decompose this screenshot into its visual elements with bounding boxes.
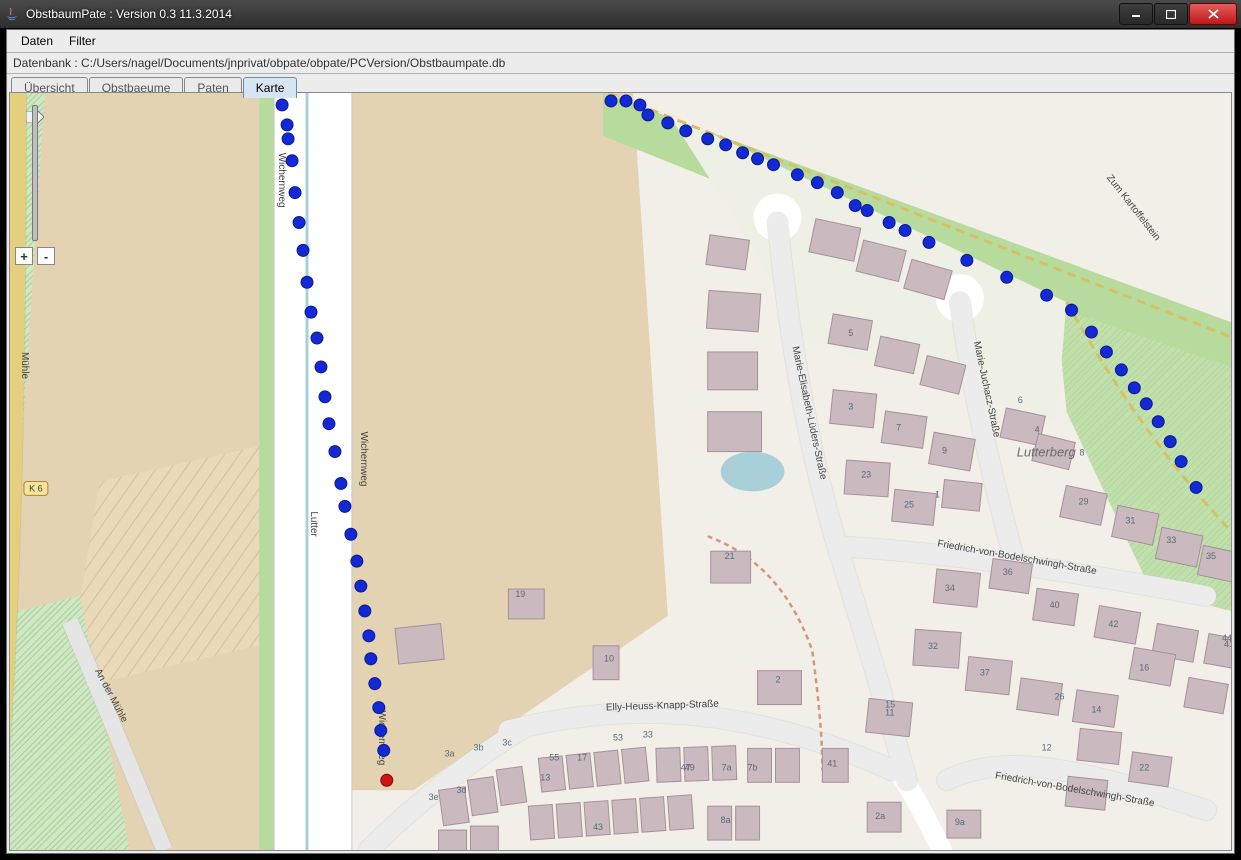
svg-text:31: 31 bbox=[1125, 515, 1135, 525]
svg-text:3: 3 bbox=[848, 402, 853, 412]
zoom-control: + - bbox=[24, 105, 46, 265]
svg-text:21: 21 bbox=[725, 551, 735, 561]
svg-text:10: 10 bbox=[604, 654, 614, 664]
svg-text:44: 44 bbox=[1222, 633, 1231, 643]
svg-text:4: 4 bbox=[1035, 425, 1040, 435]
svg-text:3b: 3b bbox=[473, 742, 483, 752]
svg-text:42: 42 bbox=[1108, 619, 1118, 629]
svg-text:16: 16 bbox=[1139, 663, 1149, 673]
street-wichernweg-3: Wichernweg bbox=[376, 711, 387, 766]
svg-text:8a: 8a bbox=[721, 815, 731, 825]
app-frame: Daten Filter Datenbank : C:/Users/nagel/… bbox=[6, 29, 1235, 854]
markers-red bbox=[381, 774, 393, 786]
street-muehle: Mühle bbox=[19, 352, 30, 380]
svg-text:17: 17 bbox=[577, 752, 587, 762]
svg-text:49: 49 bbox=[685, 762, 695, 772]
street-wichernweg-1: Wichernweg bbox=[276, 153, 287, 208]
svg-text:34: 34 bbox=[945, 583, 955, 593]
database-path-text: Datenbank : C:/Users/nagel/Documents/jnp… bbox=[13, 56, 505, 70]
street-wichernweg-2: Wichernweg bbox=[358, 432, 369, 487]
svg-text:8: 8 bbox=[1079, 448, 1084, 458]
svg-text:33: 33 bbox=[643, 729, 653, 739]
svg-text:5: 5 bbox=[848, 328, 853, 338]
svg-text:23: 23 bbox=[861, 469, 871, 479]
minimize-button[interactable] bbox=[1119, 3, 1153, 25]
svg-text:13: 13 bbox=[540, 772, 550, 782]
svg-text:37: 37 bbox=[980, 668, 990, 678]
menu-daten[interactable]: Daten bbox=[13, 32, 61, 50]
svg-text:41: 41 bbox=[827, 758, 837, 768]
svg-text:2a: 2a bbox=[875, 811, 885, 821]
svg-text:7a: 7a bbox=[722, 762, 732, 772]
svg-text:19: 19 bbox=[515, 589, 525, 599]
svg-text:K 6: K 6 bbox=[29, 483, 42, 493]
database-path-bar: Datenbank : C:/Users/nagel/Documents/jnp… bbox=[7, 53, 1234, 74]
svg-text:53: 53 bbox=[613, 732, 623, 742]
tab-karte[interactable]: Karte bbox=[243, 77, 298, 98]
svg-text:7b: 7b bbox=[748, 762, 758, 772]
zoom-slider-track[interactable] bbox=[32, 105, 38, 241]
zoom-out-button[interactable]: - bbox=[37, 247, 55, 265]
menu-filter[interactable]: Filter bbox=[61, 32, 104, 50]
svg-text:25: 25 bbox=[904, 499, 914, 509]
map-view[interactable]: Wichernweg Wichernweg Wichernweg Lutter … bbox=[9, 92, 1232, 851]
svg-text:43: 43 bbox=[593, 822, 603, 832]
maximize-button[interactable] bbox=[1154, 3, 1188, 25]
place-lutterberg: Lutterberg bbox=[1017, 445, 1077, 460]
svg-text:3e: 3e bbox=[429, 792, 439, 802]
river-lutter: Lutter bbox=[308, 511, 319, 537]
svg-text:15: 15 bbox=[885, 700, 895, 710]
svg-text:14: 14 bbox=[1091, 705, 1101, 715]
svg-text:2: 2 bbox=[775, 675, 780, 685]
svg-text:32: 32 bbox=[928, 641, 938, 651]
svg-text:33: 33 bbox=[1166, 535, 1176, 545]
svg-text:22: 22 bbox=[1139, 762, 1149, 772]
svg-text:12: 12 bbox=[1042, 742, 1052, 752]
svg-text:55: 55 bbox=[549, 752, 559, 762]
zoom-in-button[interactable]: + bbox=[15, 247, 33, 265]
window-titlebar: ObstbaumPate : Version 0.3 11.3.2014 bbox=[0, 0, 1241, 29]
svg-text:40: 40 bbox=[1050, 600, 1060, 610]
close-button[interactable] bbox=[1189, 3, 1237, 25]
svg-text:6: 6 bbox=[1018, 395, 1023, 405]
svg-text:9a: 9a bbox=[955, 817, 965, 827]
road-ref-k6: K 6 bbox=[24, 481, 48, 495]
map-canvas[interactable]: Wichernweg Wichernweg Wichernweg Lutter … bbox=[10, 93, 1231, 850]
svg-text:29: 29 bbox=[1078, 496, 1088, 506]
svg-text:3a: 3a bbox=[445, 748, 455, 758]
svg-text:9: 9 bbox=[942, 446, 947, 456]
app-icon bbox=[4, 6, 20, 22]
window-title: ObstbaumPate : Version 0.3 11.3.2014 bbox=[26, 7, 1119, 21]
svg-text:3d: 3d bbox=[457, 785, 467, 795]
svg-text:26: 26 bbox=[1055, 692, 1065, 702]
svg-text:1: 1 bbox=[935, 489, 940, 499]
svg-text:36: 36 bbox=[1003, 567, 1013, 577]
svg-text:7: 7 bbox=[896, 423, 901, 433]
svg-text:3c: 3c bbox=[502, 737, 512, 747]
svg-text:35: 35 bbox=[1206, 551, 1216, 561]
menubar: Daten Filter bbox=[7, 30, 1234, 53]
window-buttons bbox=[1119, 3, 1237, 25]
